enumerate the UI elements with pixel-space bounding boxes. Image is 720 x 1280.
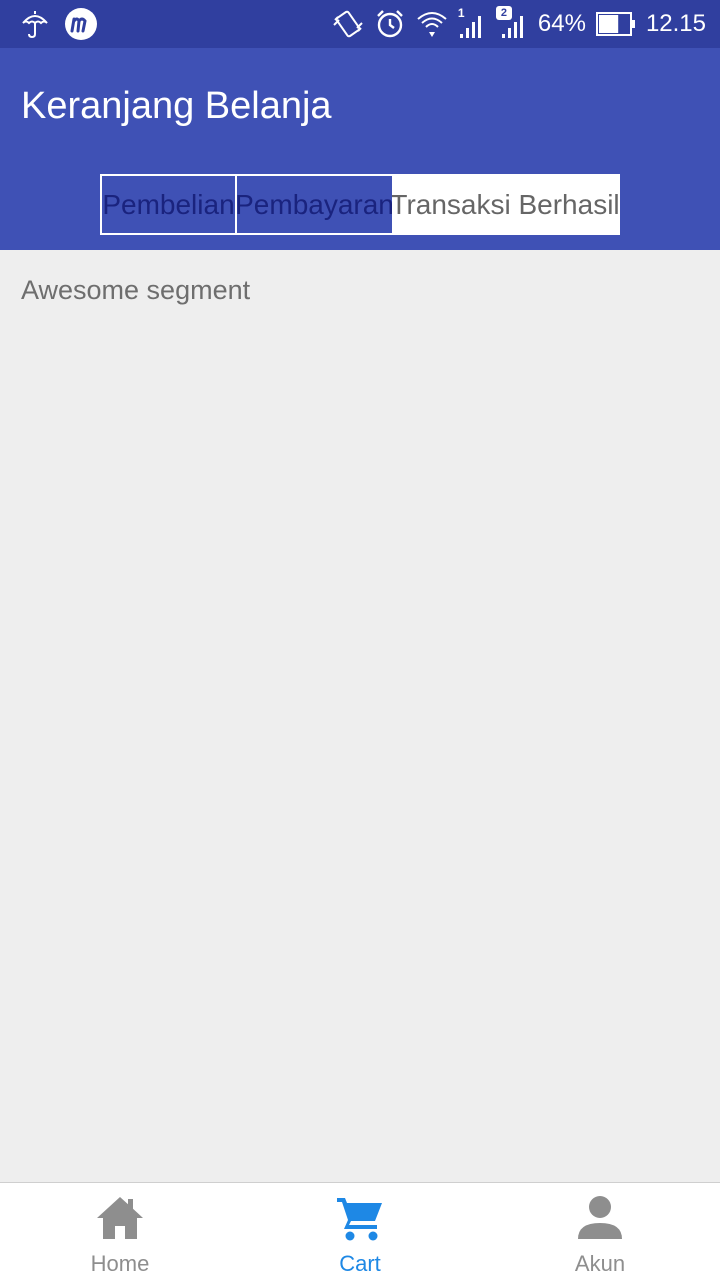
battery-icon [595, 12, 635, 36]
wifi-icon [417, 12, 447, 37]
nav-item-cart[interactable]: Cart [240, 1183, 480, 1280]
clock: 12.15 [645, 10, 706, 37]
signal-sim1: 1 [458, 6, 486, 40]
nav-label-akun: Akun [574, 1251, 626, 1276]
cart-icon [337, 1198, 382, 1241]
umbrella-icon [22, 11, 48, 39]
bottom-nav: Home Cart Akun [0, 1182, 720, 1280]
status-bar: 1 2 64% 12.15 [0, 0, 720, 48]
segment-control: Pembelian Pembayaran Transaksi Berhasil [100, 174, 620, 235]
app-bar: Keranjang Belanja Pembelian Pembayaran T… [0, 48, 720, 250]
segment-pembelian[interactable]: Pembelian [102, 176, 237, 233]
nav-label-home: Home [90, 1251, 150, 1276]
nav-item-home[interactable]: Home [0, 1183, 240, 1280]
battery-percent: 64% [537, 10, 586, 37]
page-title: Keranjang Belanja [21, 85, 332, 127]
segment-pembayaran[interactable]: Pembayaran [237, 176, 392, 233]
app-m-icon [65, 8, 97, 40]
segment-content-text: Awesome segment [21, 275, 251, 305]
segment-transaksi-berhasil[interactable]: Transaksi Berhasil [392, 176, 618, 233]
nav-label-cart: Cart [339, 1251, 381, 1276]
signal-sim2: 2 [495, 6, 528, 40]
nav-item-akun[interactable]: Akun [480, 1183, 720, 1280]
alarm-icon [377, 10, 403, 38]
home-icon [97, 1197, 143, 1239]
vibrate-icon [333, 10, 363, 38]
person-icon [578, 1196, 622, 1239]
signal-bars-icon [501, 16, 523, 38]
signal-bars-icon [459, 16, 481, 38]
